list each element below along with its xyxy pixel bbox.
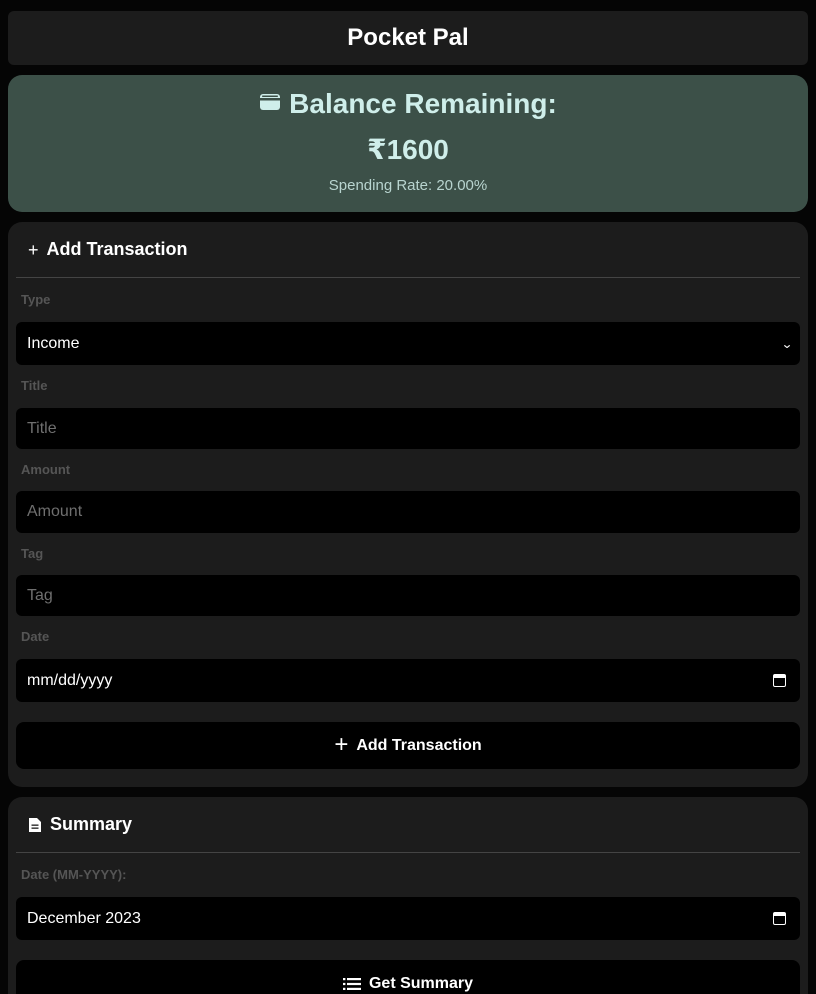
summary-header: Summary [16, 797, 800, 853]
summary-card: Summary Date (MM-YYYY): December 2023 Ge… [8, 797, 808, 994]
title-input[interactable]: Title [16, 408, 800, 449]
title-input-placeholder: Title [27, 419, 57, 437]
plus-icon: + [334, 730, 349, 758]
chevron-down-icon: ⌄ [780, 336, 794, 351]
balance-title-row: Balance Remaining: [8, 88, 808, 120]
type-select-value: Income [27, 334, 80, 352]
add-transaction-heading: Add Transaction [46, 239, 188, 259]
add-transaction-header: + Add Transaction [16, 222, 800, 278]
add-transaction-card: + Add Transaction Type Income ⌄ Title Ti… [8, 222, 808, 787]
calendar-icon[interactable] [773, 912, 786, 925]
tag-input-placeholder: Tag [27, 586, 53, 604]
amount-label: Amount [21, 462, 71, 477]
summary-month-value: December 2023 [27, 909, 141, 927]
balance-card: Balance Remaining: ₹1600 Spending Rate: … [8, 75, 808, 212]
plus-icon: + [28, 239, 39, 260]
calendar-icon[interactable] [773, 674, 786, 687]
add-transaction-button[interactable]: + Add Transaction [16, 722, 800, 769]
date-label: Date [21, 629, 50, 644]
type-select[interactable]: Income ⌄ [16, 322, 800, 365]
get-summary-button-label: Get Summary [368, 974, 474, 992]
get-summary-button[interactable]: Get Summary [16, 960, 800, 994]
wallet-icon [260, 94, 281, 110]
summary-month-input[interactable]: December 2023 [16, 897, 800, 940]
app-title: Pocket Pal [347, 24, 469, 51]
balance-amount: ₹1600 [367, 134, 449, 165]
date-input[interactable]: mm/dd/yyyy [16, 659, 800, 702]
app-header: Pocket Pal [8, 11, 808, 65]
balance-title: Balance Remaining: [289, 88, 557, 119]
type-label: Type [21, 292, 51, 307]
tag-input[interactable]: Tag [16, 575, 800, 616]
add-transaction-button-label: Add Transaction [356, 736, 482, 754]
list-icon [342, 977, 361, 990]
tag-label: Tag [21, 546, 44, 561]
title-label: Title [21, 378, 48, 393]
spending-rate: Spending Rate: 20.00% [328, 177, 488, 194]
amount-input-placeholder: Amount [27, 503, 83, 520]
amount-input[interactable]: Amount [16, 491, 800, 533]
document-icon [29, 817, 41, 832]
summary-date-label: Date (MM-YYYY): [21, 867, 127, 882]
date-input-value: mm/dd/yyyy [27, 671, 113, 689]
page: Pocket Pal Balance Remaining: ₹1600 Spen… [0, 0, 816, 994]
summary-heading: Summary [50, 814, 133, 834]
